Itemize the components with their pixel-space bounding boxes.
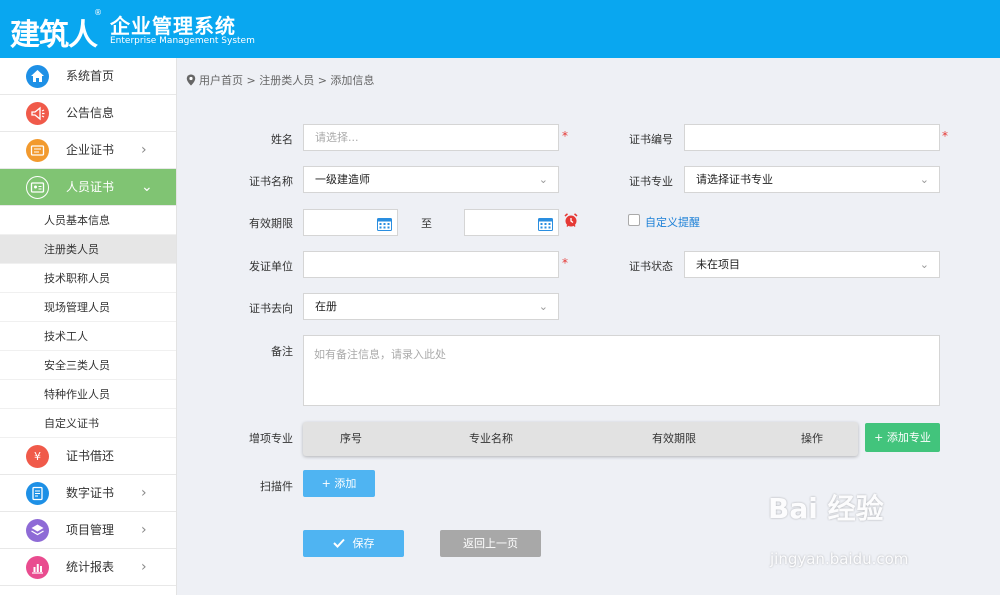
remark-textarea[interactable]: 如有备注信息，请录入此处: [303, 335, 940, 406]
check-icon: [332, 531, 345, 558]
registered-mark: ®: [94, 8, 102, 17]
sidebar-item-personnel-certs[interactable]: 人员证书 ⌄: [0, 169, 176, 206]
to-label: 至: [421, 217, 432, 230]
add-major-button[interactable]: + 添加专业: [865, 423, 940, 452]
baidu-watermark-url: jingyan.baidu.com: [770, 550, 909, 568]
layers-icon: [26, 519, 49, 542]
scan-label: 扫描件: [260, 480, 293, 493]
submenu-item-special-operators[interactable]: 特种作业人员: [0, 380, 176, 409]
sidebar-item-label: 统计报表: [66, 560, 115, 574]
sidebar-item-label: 证书借还: [66, 449, 115, 463]
validity-end-date[interactable]: [464, 209, 559, 236]
required-mark: *: [562, 256, 568, 270]
sidebar-item-label: 系统首页: [66, 69, 115, 83]
cert-name-select[interactable]: 一级建造师 ⌄: [303, 166, 559, 193]
required-mark: *: [942, 129, 948, 143]
sidebar-item-label: 数字证书: [66, 486, 115, 500]
sidebar-item-label: 人员证书: [66, 180, 115, 194]
cert-status-value: 未在项目: [696, 258, 740, 271]
save-button-label: 保存: [352, 537, 375, 550]
chevron-right-icon: ›: [141, 485, 147, 501]
breadcrumb: 用户首页 > 注册类人员 > 添加信息: [186, 72, 374, 89]
cert-major-value: 请选择证书专业: [696, 173, 773, 186]
sidebar-item-home[interactable]: 系统首页: [0, 58, 176, 95]
cert-name-value: 一级建造师: [315, 173, 370, 186]
sidebar-item-announcements[interactable]: 公告信息: [0, 95, 176, 132]
submenu-item-skilled-workers[interactable]: 技术工人: [0, 322, 176, 351]
top-header: 建筑人 ® 企业管理系统 Enterprise Management Syste…: [0, 0, 1000, 58]
chevron-right-icon: ›: [141, 559, 147, 575]
location-pin-icon: [186, 74, 196, 89]
sidebar: 系统首页 公告信息 企业证书 › 人员证书 ⌄ 人员基本信息 注册类人员 技术职…: [0, 58, 177, 595]
chevron-right-icon: ›: [141, 142, 147, 158]
yuan-hand-icon: ¥: [26, 445, 49, 468]
chevron-down-icon: ⌄: [538, 300, 548, 313]
extra-major-label: 增项专业: [249, 432, 293, 445]
name-label: 姓名: [271, 133, 293, 146]
sidebar-item-label: 企业证书: [66, 143, 115, 157]
submenu-item-safety-staff[interactable]: 安全三类人员: [0, 351, 176, 380]
sidebar-item-projects[interactable]: 项目管理 ›: [0, 512, 176, 549]
cert-major-select[interactable]: 请选择证书专业 ⌄: [684, 166, 940, 193]
column-header-major-name: 专业名称: [469, 432, 513, 445]
home-icon: [26, 65, 49, 88]
submenu-item-custom-certs[interactable]: 自定义证书: [0, 409, 176, 438]
cert-status-label: 证书状态: [629, 260, 673, 273]
validity-start-date[interactable]: [303, 209, 398, 236]
sidebar-item-cert-lending[interactable]: ¥ 证书借还: [0, 438, 176, 475]
sidebar-item-digital-certs[interactable]: 数字证书 ›: [0, 475, 176, 512]
cert-dest-value: 在册: [315, 300, 337, 313]
submenu-item-registered[interactable]: 注册类人员: [0, 235, 176, 264]
cert-status-select[interactable]: 未在项目 ⌄: [684, 251, 940, 278]
cert-no-input[interactable]: [684, 124, 940, 151]
sidebar-item-reports[interactable]: 统计报表 ›: [0, 549, 176, 586]
submenu-item-basic-info[interactable]: 人员基本信息: [0, 206, 176, 235]
custom-remind-label[interactable]: 自定义提醒: [645, 214, 700, 230]
cert-name-label: 证书名称: [249, 175, 293, 188]
extra-major-table-header: 序号 专业名称 有效期限 操作: [303, 422, 858, 456]
cert-dest-label: 证书去向: [249, 302, 293, 315]
column-header-actions: 操作: [801, 432, 823, 445]
alarm-clock-icon[interactable]: [563, 212, 579, 231]
logo-wordmark: 建筑人: [10, 18, 98, 53]
breadcrumb-text[interactable]: 用户首页 > 注册类人员 > 添加信息: [199, 74, 374, 87]
save-button[interactable]: 保存: [303, 530, 404, 557]
chevron-down-icon: ⌄: [919, 258, 929, 271]
id-card-icon: [26, 176, 49, 199]
app-subtitle: Enterprise Management System: [110, 36, 255, 46]
column-header-index: 序号: [340, 432, 362, 445]
name-select[interactable]: 请选择...: [303, 124, 559, 151]
calendar-icon[interactable]: [538, 215, 553, 240]
sidebar-item-label: 公告信息: [66, 106, 115, 120]
add-scan-button[interactable]: + 添加: [303, 470, 375, 497]
sidebar-item-company-certs[interactable]: 企业证书 ›: [0, 132, 176, 169]
validity-label: 有效期限: [249, 217, 293, 230]
megaphone-icon: [26, 102, 49, 125]
submenu-item-technical-title[interactable]: 技术职称人员: [0, 264, 176, 293]
bar-chart-icon: [26, 556, 49, 579]
chevron-down-icon: ⌄: [919, 173, 929, 186]
cert-major-label: 证书专业: [629, 175, 673, 188]
submenu-item-site-managers[interactable]: 现场管理人员: [0, 293, 176, 322]
app-title: 企业管理系统: [110, 14, 236, 38]
issuer-label: 发证单位: [249, 260, 293, 273]
certificate-icon: [26, 139, 49, 162]
chevron-down-icon: ⌄: [141, 179, 153, 195]
cert-no-label: 证书编号: [629, 133, 673, 146]
document-icon: [26, 482, 49, 505]
custom-remind-checkbox[interactable]: [628, 214, 640, 226]
baidu-watermark: Bai 经验: [768, 492, 884, 525]
column-header-validity: 有效期限: [652, 432, 696, 445]
back-button[interactable]: 返回上一页: [440, 530, 541, 557]
sidebar-item-label: 项目管理: [66, 523, 115, 537]
chevron-down-icon: ⌄: [538, 173, 548, 186]
required-mark: *: [562, 129, 568, 143]
chevron-right-icon: ›: [141, 522, 147, 538]
issuer-input[interactable]: [303, 251, 559, 278]
remark-label: 备注: [271, 345, 293, 358]
cert-dest-select[interactable]: 在册 ⌄: [303, 293, 559, 320]
